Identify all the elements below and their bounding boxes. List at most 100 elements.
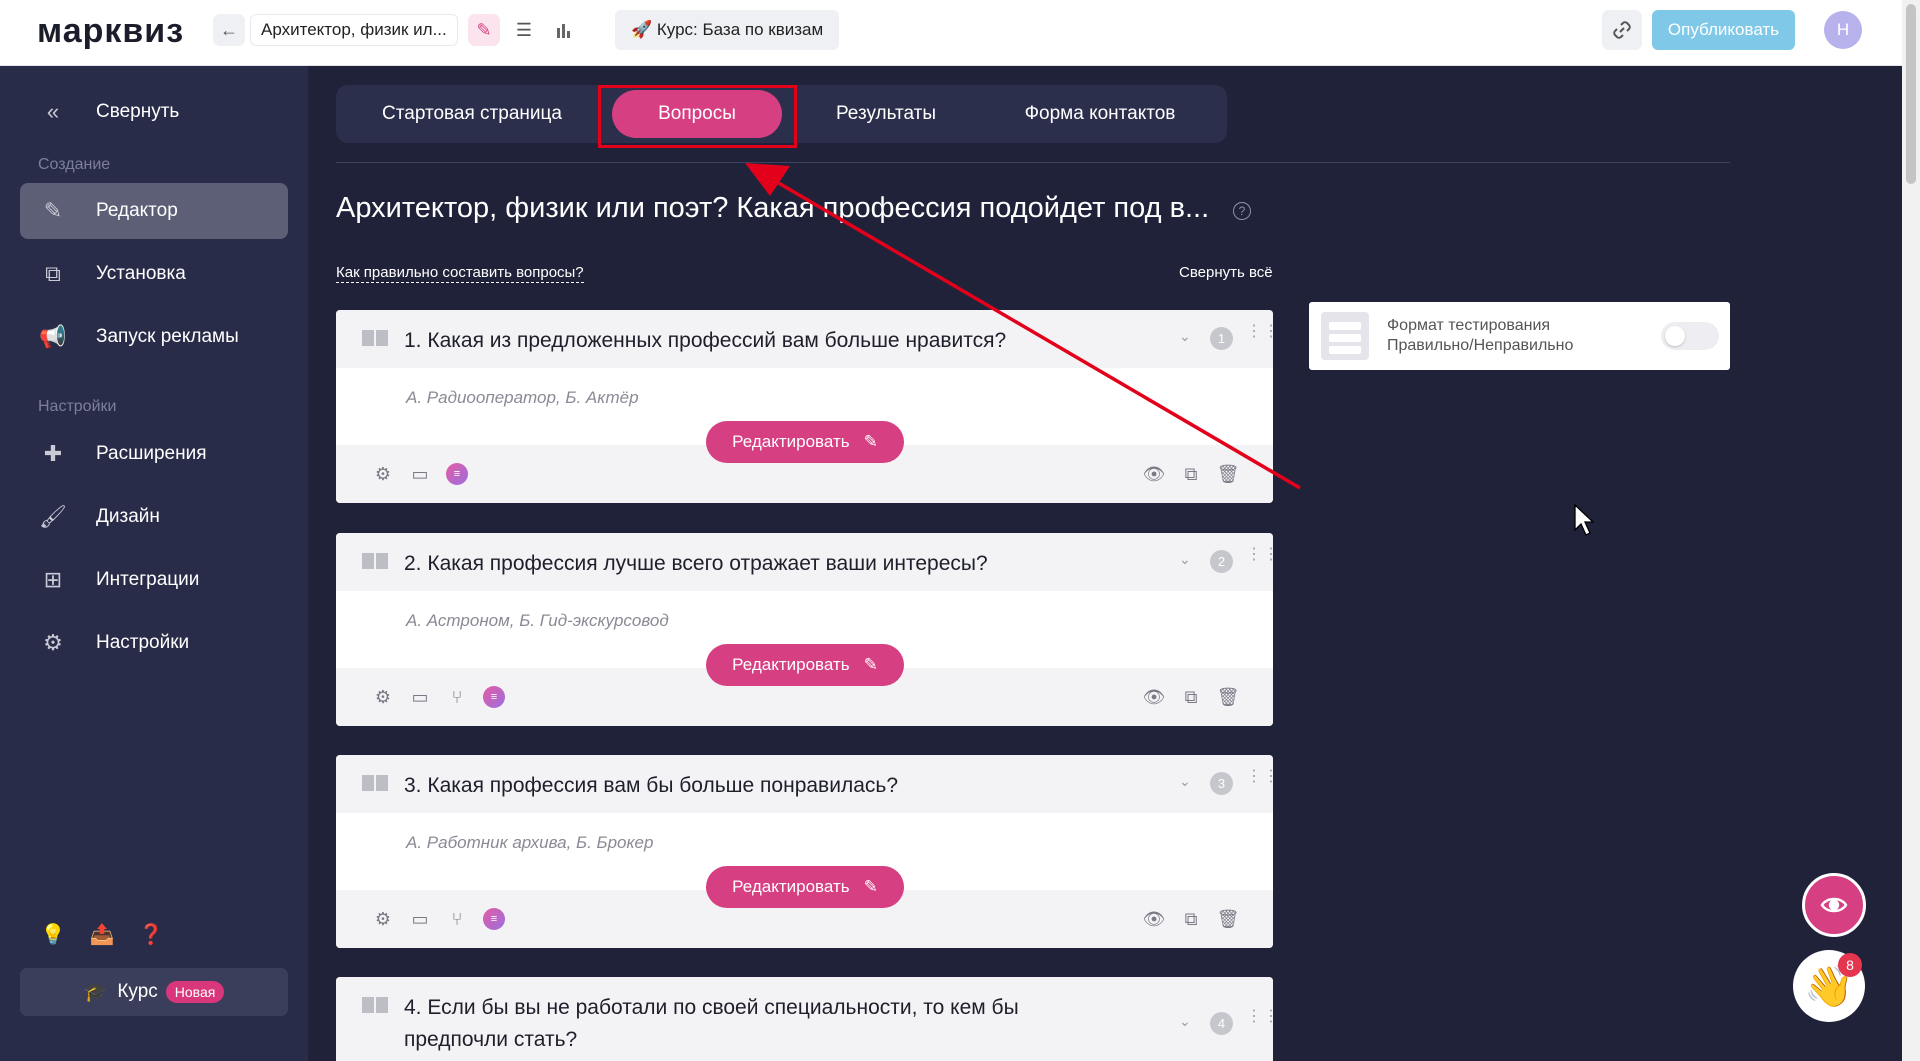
gear-icon[interactable]: ⚙ — [370, 461, 396, 487]
tab-start-page[interactable]: Стартовая страница — [348, 90, 596, 138]
question-title: 2. Какая профессия лучше всего отражает … — [404, 552, 988, 575]
course-button[interactable]: 🚀 Курс: База по квизам — [615, 10, 840, 50]
double-chevron-left-icon: « — [46, 99, 60, 124]
trash-icon[interactable]: 🗑 — [1215, 684, 1241, 710]
edit-button-label: Редактировать — [732, 432, 850, 451]
question-answers: А. Работник архива, Б. Брокер — [406, 833, 654, 852]
help-icon[interactable]: ❓ — [138, 921, 164, 947]
trash-icon[interactable]: 🗑 — [1215, 461, 1241, 487]
edit-button[interactable]: Редактировать ✎ — [706, 421, 904, 463]
format-thumbnail — [1321, 312, 1369, 360]
eye-icon[interactable]: 👁 — [1141, 906, 1167, 932]
gear-icon[interactable]: ⚙ — [370, 906, 396, 932]
sidebar-item-editor[interactable]: ✎ Редактор — [20, 183, 288, 239]
eye-icon[interactable]: 👁 — [1141, 461, 1167, 487]
drag-handle-icon[interactable]: ⋮⋮ — [1246, 547, 1273, 573]
question-title: 4. Если бы вы не работали по своей специ… — [404, 992, 1019, 1056]
puzzle-icon: ✚ — [43, 441, 63, 466]
link-icon[interactable] — [1602, 10, 1642, 50]
new-badge: Новая — [165, 981, 225, 1003]
question-header[interactable]: 2. Какая профессия лучше всего отражает … — [336, 533, 1273, 591]
brush-icon: 🖌 — [39, 504, 67, 529]
howto-link[interactable]: Как правильно составить вопросы? — [336, 264, 584, 283]
sidebar-item-install[interactable]: ⧉ Установка — [20, 246, 288, 302]
sidebar-item-label: Расширения — [96, 443, 207, 464]
question-header[interactable]: 1. Какая из предложенных профессий вам б… — [336, 310, 1273, 368]
sidebar-item-settings[interactable]: ⚙ Настройки — [20, 615, 288, 671]
ai-icon[interactable]: ≡ — [481, 684, 507, 710]
drag-handle-icon[interactable]: ⋮⋮ — [1246, 324, 1273, 350]
publish-button[interactable]: Опубликовать — [1652, 10, 1795, 50]
branch-icon[interactable]: ⑂ — [444, 684, 470, 710]
course-box[interactable]: 🎓 Курс Новая — [20, 968, 288, 1016]
question-header[interactable]: 4. Если бы вы не работали по своей специ… — [336, 977, 1273, 1061]
pencil-icon: ✎ — [43, 198, 63, 223]
comment-icon[interactable]: ▭ — [407, 461, 433, 487]
pencil-icon: ✎ — [863, 877, 878, 896]
gear-icon[interactable]: ⚙ — [370, 684, 396, 710]
copy-icon[interactable]: ⧉ — [1178, 461, 1204, 487]
book-icon — [362, 775, 388, 791]
lightbulb-icon[interactable]: 💡 — [40, 921, 66, 947]
edit-button[interactable]: Редактировать ✎ — [706, 866, 904, 908]
tab-results[interactable]: Результаты — [806, 90, 966, 138]
sidebar: « Свернуть Создание ✎ Редактор ⧉ Установ… — [0, 66, 308, 1061]
upload-folder-icon[interactable]: 📤 — [89, 921, 115, 947]
book-icon — [362, 330, 388, 346]
question-card: 3. Какая профессия вам бы больше понрави… — [336, 755, 1273, 948]
bar-chart-icon[interactable] — [548, 14, 580, 46]
chevron-down-icon[interactable]: ⌄ — [1179, 773, 1191, 790]
sidebar-item-design[interactable]: 🖌 Дизайн — [20, 489, 288, 545]
chevron-down-icon[interactable]: ⌄ — [1179, 551, 1191, 568]
comment-icon[interactable]: ▭ — [407, 684, 433, 710]
edit-button[interactable]: Редактировать ✎ — [706, 644, 904, 686]
chevron-down-icon[interactable]: ⌄ — [1179, 1013, 1191, 1030]
preview-eye-button[interactable] — [1802, 873, 1866, 937]
edit-button-label: Редактировать — [732, 877, 850, 896]
format-label: Формат тестирования Правильно/Неправильн… — [1387, 316, 1573, 356]
drag-handle-icon[interactable]: ⋮⋮ — [1246, 1009, 1273, 1035]
format-toggle[interactable] — [1661, 322, 1719, 350]
question-header[interactable]: 3. Какая профессия вам бы больше понрави… — [336, 755, 1273, 813]
install-icon: ⧉ — [45, 261, 61, 286]
logo[interactable]: марквиз — [37, 12, 184, 51]
graduation-cap-icon: 🎓 — [83, 982, 108, 1003]
question-title: 1. Какая из предложенных профессий вам б… — [404, 329, 1007, 352]
collapse-all-button[interactable]: Свернуть всё — [1179, 264, 1273, 281]
ai-icon[interactable]: ≡ — [481, 906, 507, 932]
sidebar-item-ads[interactable]: 📢 Запуск рекламы — [20, 309, 288, 365]
chevron-down-icon[interactable]: ⌄ — [1179, 328, 1191, 345]
copy-icon[interactable]: ⧉ — [1178, 684, 1204, 710]
back-arrow-icon[interactable]: ← — [213, 14, 245, 46]
ai-icon[interactable]: ≡ — [444, 461, 470, 487]
course-label: Курс — [117, 981, 158, 1002]
tab-contact-form[interactable]: Форма контактов — [990, 90, 1210, 138]
drag-handle-icon[interactable]: ⋮⋮ — [1246, 769, 1273, 795]
sidebar-item-integrations[interactable]: ⊞ Интеграции — [20, 552, 288, 608]
divider — [336, 162, 1730, 163]
branch-icon[interactable]: ⑂ — [444, 906, 470, 932]
trash-icon[interactable]: 🗑 — [1215, 906, 1241, 932]
question-answers: А. Радиооператор, Б. Актёр — [406, 388, 639, 407]
list-icon[interactable]: ☰ — [508, 14, 540, 46]
annotation-highlight-box — [598, 85, 797, 148]
sidebar-item-label: Интеграции — [96, 569, 200, 590]
scrollbar-thumb[interactable] — [1906, 4, 1916, 184]
help-circle-icon[interactable]: ? — [1233, 202, 1251, 220]
avatar[interactable]: Н — [1824, 11, 1862, 49]
quiz-title-field[interactable]: Архитектор, физик ил... — [250, 14, 458, 46]
pencil-icon[interactable]: ✎ — [468, 14, 500, 46]
scrollbar[interactable] — [1902, 0, 1920, 1061]
question-card: 4. Если бы вы не работали по своей специ… — [336, 977, 1273, 1061]
integrations-icon: ⊞ — [43, 567, 63, 592]
copy-icon[interactable]: ⧉ — [1178, 906, 1204, 932]
edit-button-label: Редактировать — [732, 655, 850, 674]
section-label-settings: Настройки — [38, 398, 117, 415]
sidebar-collapse[interactable]: « Свернуть — [20, 84, 288, 140]
gear-icon: ⚙ — [43, 630, 63, 655]
sidebar-item-label: Установка — [96, 263, 186, 284]
sidebar-item-extensions[interactable]: ✚ Расширения — [20, 426, 288, 482]
comment-icon[interactable]: ▭ — [407, 906, 433, 932]
eye-icon[interactable]: 👁 — [1141, 684, 1167, 710]
question-title-line: 4. Если бы вы не работали по своей специ… — [404, 996, 1019, 1019]
